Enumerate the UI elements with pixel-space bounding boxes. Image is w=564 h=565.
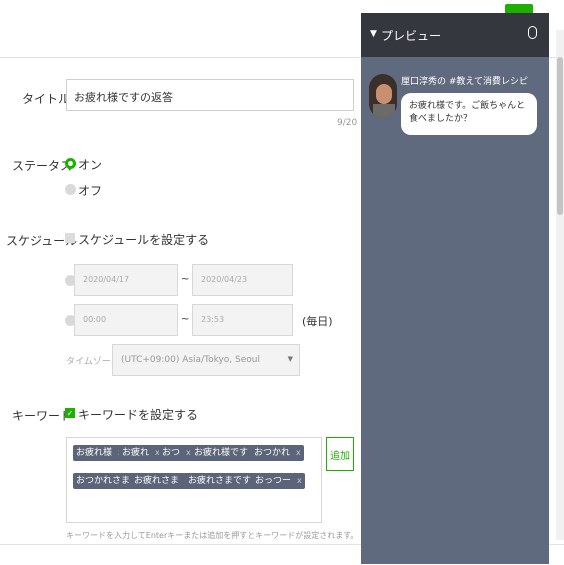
keyword-hint: キーワードを入力してEnterキーまたは追加を押すとキーワードが設定されます。 <box>66 531 359 540</box>
preview-header[interactable]: ▼ プレビュー <box>361 13 549 57</box>
tag-remove-icon[interactable]: x <box>297 473 302 489</box>
check-icon: ✓ <box>66 408 74 418</box>
status-label: ステータス <box>12 159 73 173</box>
schedule-checkbox[interactable] <box>65 233 75 243</box>
add-keyword-button[interactable]: 追加 <box>326 437 354 471</box>
title-counter: 9/20 <box>337 118 358 128</box>
tag-remove-icon[interactable]: x <box>296 445 301 461</box>
date-start-input[interactable]: 2020/04/17 <box>74 264 178 296</box>
keyword-tag: お疲れ様x <box>73 445 126 461</box>
keyword-checkbox[interactable]: ✓ <box>65 408 75 418</box>
keyword-checkbox-label: キーワードを設定する <box>78 408 199 422</box>
time-start-input[interactable]: 00:00 <box>74 304 178 336</box>
keyword-input-box[interactable]: お疲れ様x お疲れx おつx お疲れ様ですx おつかれx おつかれさまx お疲れ… <box>66 437 322 523</box>
status-off-radio[interactable] <box>65 184 76 195</box>
preview-title: プレビュー <box>381 29 442 43</box>
status-on-label: オン <box>78 158 103 172</box>
chevron-down-icon: ▼ <box>287 355 293 363</box>
schedule-checkbox-label: スケジュールを設定する <box>78 233 210 247</box>
keyword-tag: お疲れ x <box>119 445 163 461</box>
title-input[interactable]: お疲れ様ですの返答 <box>66 79 354 111</box>
status-off-label: オフ <box>78 184 103 198</box>
scrollbar-thumb[interactable] <box>557 57 563 215</box>
caret-down-icon: ▼ <box>370 29 377 39</box>
keyword-tag: おつかれ x <box>251 445 304 461</box>
keyword-tag: おっつー x <box>252 473 305 489</box>
timezone-select[interactable]: (UTC+09:00) Asia/Tokyo, Seoul ▼ <box>112 344 300 376</box>
avatar <box>369 74 397 118</box>
keyword-tag: お疲れさまx <box>131 473 193 489</box>
daily-label: (毎日) <box>302 315 333 328</box>
date-tilde: ~ <box>181 274 190 285</box>
account-name: 厘口淳秀の #教えて消費レシピ <box>401 77 528 87</box>
status-on-radio[interactable] <box>65 158 76 169</box>
info-icon[interactable] <box>528 26 537 39</box>
preview-panel: ▼ プレビュー 厘口淳秀の #教えて消費レシピ お疲れ様です。ご飯ちゃんと食べま… <box>361 13 549 564</box>
timezone-value: (UTC+09:00) Asia/Tokyo, Seoul <box>121 355 260 365</box>
title-label: タイトル <box>22 92 71 106</box>
date-end-input[interactable]: 2020/04/23 <box>192 264 293 296</box>
message-bubble: お疲れ様です。ご飯ちゃんと食べましたか？ <box>401 93 537 135</box>
keyword-label: キーワード <box>12 409 73 423</box>
time-tilde: ~ <box>181 314 190 325</box>
keyword-tag: おつ x <box>159 445 194 461</box>
time-end-input[interactable]: 23:53 <box>192 304 293 336</box>
